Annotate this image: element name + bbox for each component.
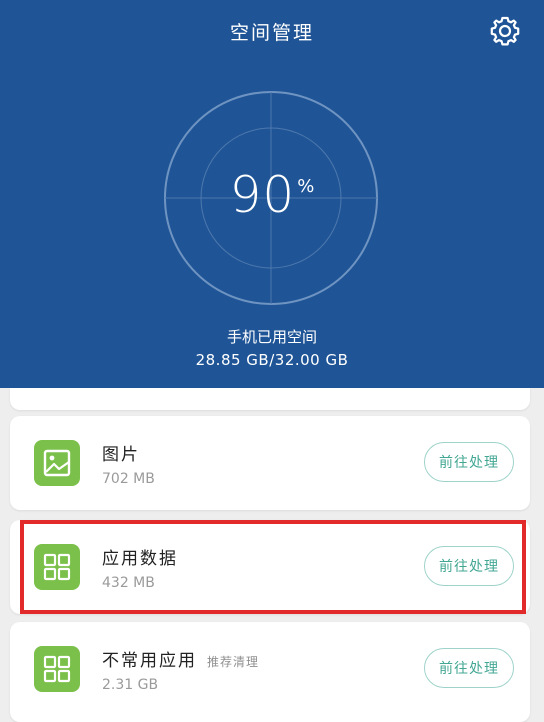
item-size: 702 MB — [102, 471, 155, 487]
image-icon — [34, 440, 80, 486]
item-name-text: 不常用应用 — [102, 651, 197, 671]
item-size: 2.31 GB — [102, 677, 159, 693]
list-item-rarely-used-apps[interactable]: 不常用应用 推荐清理 2.31 GB 前往处理 — [10, 622, 530, 722]
gear-icon[interactable] — [488, 14, 522, 48]
go-process-button[interactable]: 前往处理 — [424, 546, 514, 586]
page-title: 空间管理 — [229, 22, 314, 44]
item-size: 432 MB — [102, 575, 155, 591]
item-name: 应用数据 — [102, 549, 178, 569]
usage-percent-symbol: % — [297, 176, 315, 197]
usage-gauge: 90% — [163, 90, 379, 306]
list-item-images[interactable]: 图片 702 MB 前往处理 — [10, 416, 530, 510]
grid-icon — [34, 544, 80, 590]
used-space-label: 手机已用空间 — [226, 328, 317, 346]
item-name: 图片 — [102, 445, 140, 465]
list-item-app-data[interactable]: 应用数据 432 MB 前往处理 — [10, 520, 530, 614]
previous-card-edge — [10, 388, 530, 410]
usage-number: 90 — [229, 166, 296, 224]
usage-percent: 90% — [163, 166, 379, 224]
recommend-badge: 推荐清理 — [207, 655, 260, 669]
go-process-button[interactable]: 前往处理 — [424, 648, 514, 688]
item-name: 不常用应用 推荐清理 — [102, 646, 259, 671]
header: 空间管理 90% 手机已用空间 28.85 GB/32.00 GB — [0, 0, 544, 388]
grid-icon — [34, 646, 80, 692]
go-process-button[interactable]: 前往处理 — [424, 442, 514, 482]
used-space-value: 28.85 GB/32.00 GB — [195, 351, 349, 369]
